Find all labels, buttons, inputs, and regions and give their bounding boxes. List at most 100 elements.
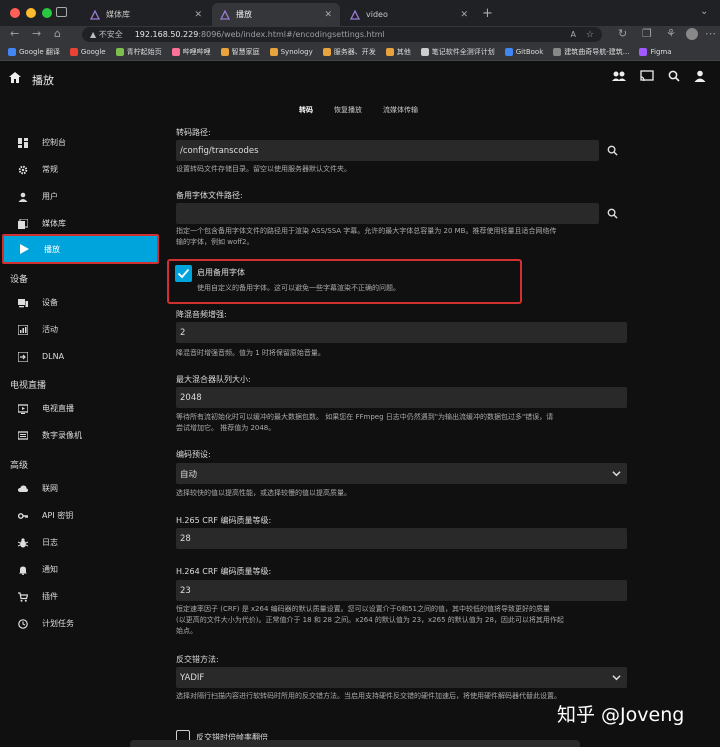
muxing-queue-help: 尝试增加它。 推荐值为 2048。 bbox=[176, 424, 276, 432]
sidebar-item-networking[interactable]: 联网 bbox=[0, 475, 162, 502]
extensions-icon[interactable]: ⚘ bbox=[666, 27, 676, 40]
sidebar-item-dashboard[interactable]: 控制台 bbox=[0, 129, 162, 156]
downmix-boost-input[interactable]: 2 bbox=[176, 322, 627, 343]
cloud-icon bbox=[18, 485, 28, 492]
chevron-down-icon bbox=[612, 675, 621, 681]
section-live-tv: 电视直播 bbox=[10, 381, 47, 391]
app-header: 播放 转码 恢复播放 流媒体传输 bbox=[0, 61, 720, 126]
sidebar-item-scheduled-tasks[interactable]: 计划任务 bbox=[0, 610, 162, 637]
bookmark-item[interactable]: 青柠起始页 bbox=[115, 47, 162, 57]
bookmark-item[interactable]: 智慧家庭 bbox=[220, 47, 260, 57]
collections-icon[interactable]: ❐ bbox=[642, 27, 652, 40]
dock bbox=[130, 740, 580, 747]
sidebar-item-logs[interactable]: 日志 bbox=[0, 529, 162, 556]
crf-help: 恒定速率因子 (CRF) 是 x264 编码器的默认质量设置。您可以设置介于0和… bbox=[176, 605, 551, 613]
close-tab-icon[interactable]: ✕ bbox=[324, 10, 332, 20]
browser-tab-video[interactable]: video ✕ bbox=[342, 3, 476, 26]
sidebar-item-activity[interactable]: 活动 bbox=[0, 316, 162, 343]
enable-fallback-font-checkbox[interactable] bbox=[175, 265, 192, 282]
bookmark-item[interactable]: 其他 bbox=[385, 47, 411, 57]
sidebar-item-api-keys[interactable]: API 密钥 bbox=[0, 502, 162, 529]
minimize-window-button[interactable] bbox=[26, 8, 36, 18]
search-icon[interactable] bbox=[668, 70, 680, 82]
browse-search-icon[interactable] bbox=[607, 145, 618, 156]
fallback-font-input[interactable] bbox=[176, 203, 599, 224]
bookmark-item[interactable]: 服务器、开发 bbox=[322, 47, 376, 57]
address-bar[interactable]: ▲ 不安全 192.168.50.229:8096/web/index.html… bbox=[82, 27, 602, 42]
crf-help: 始点。 bbox=[176, 627, 197, 635]
crf-help: (以更高的文件大小为代价)。正常值介于 18 和 28 之间。x264 的默认值… bbox=[176, 616, 564, 624]
sidebar-item-users[interactable]: 用户 bbox=[0, 183, 162, 210]
sidebar-item-general[interactable]: 常规 bbox=[0, 156, 162, 183]
bookmark-item[interactable]: 笔记软件全测评计划 bbox=[420, 47, 495, 57]
zoom-window-button[interactable] bbox=[42, 8, 52, 18]
browse-search-icon[interactable] bbox=[607, 208, 618, 219]
users-icon[interactable] bbox=[612, 70, 626, 82]
bookmark-label: 笔记软件全测评计划 bbox=[431, 47, 495, 56]
tab-streaming[interactable]: 流媒体传输 bbox=[383, 105, 418, 115]
home-nav-icon[interactable]: ⌂ bbox=[54, 27, 61, 40]
bookmark-item[interactable]: GitBook bbox=[504, 47, 543, 56]
browser-tab-media-library[interactable]: 媒体库 ✕ bbox=[82, 3, 210, 26]
close-tab-icon[interactable]: ✕ bbox=[194, 10, 202, 20]
sidebar-item-playback[interactable]: 播放 bbox=[2, 234, 159, 264]
tab-transcoding[interactable]: 转码 bbox=[299, 105, 313, 115]
cast-icon[interactable] bbox=[640, 70, 654, 82]
sidebar-item-dvr[interactable]: 数字录像机 bbox=[0, 422, 162, 449]
more-menu-icon[interactable]: ⋯ bbox=[705, 27, 716, 40]
transcode-path-input[interactable]: /config/transcodes bbox=[176, 140, 599, 161]
h265-crf-input[interactable]: 28 bbox=[176, 528, 627, 549]
close-window-button[interactable] bbox=[10, 8, 20, 18]
bookmark-item[interactable]: Synology bbox=[269, 47, 313, 56]
bookmark-icon bbox=[639, 47, 648, 56]
sidebar-toggle-icon[interactable] bbox=[56, 7, 67, 17]
page-title: 播放 bbox=[32, 74, 54, 87]
sidebar-item-plugins[interactable]: 插件 bbox=[0, 583, 162, 610]
muxing-queue-input[interactable]: 2048 bbox=[176, 387, 627, 408]
sidebar-item-notifications[interactable]: 通知 bbox=[0, 556, 162, 583]
encoder-preset-help: 选择较快的值以提高性能，或选择较慢的值以提高质量。 bbox=[176, 489, 351, 497]
encoder-preset-label: 编码预设: bbox=[176, 450, 211, 459]
new-tab-button[interactable]: + bbox=[482, 6, 493, 21]
h264-crf-input[interactable]: 23 bbox=[176, 580, 627, 601]
sidebar-item-dlna[interactable]: DLNA bbox=[0, 343, 162, 370]
sidebar-item-label: 联网 bbox=[42, 484, 58, 493]
encoder-preset-select[interactable]: 自动 bbox=[176, 463, 627, 484]
bookmark-item[interactable]: Figma bbox=[639, 47, 672, 56]
bookmark-label: Google 翻译 bbox=[19, 47, 60, 56]
cart-icon bbox=[18, 591, 28, 602]
profile-avatar[interactable] bbox=[686, 28, 698, 40]
downmix-boost-help: 降混音时增强音频。值为 1 时将保留原始音量。 bbox=[176, 349, 325, 357]
close-tab-icon[interactable]: ✕ bbox=[460, 10, 468, 20]
insecure-badge[interactable]: ▲ 不安全 bbox=[90, 29, 123, 40]
bookmark-item[interactable]: 哔哩哔哩 bbox=[171, 47, 211, 57]
sidebar-item-label: 通知 bbox=[42, 565, 58, 574]
bookmark-star-icon[interactable]: ☆ bbox=[586, 30, 594, 40]
address-toolbar: ← → ⌂ ▲ 不安全 192.168.50.229:8096/web/inde… bbox=[0, 26, 720, 43]
tab-search-icon[interactable]: ⌄ bbox=[700, 6, 708, 17]
sidebar-item-devices[interactable]: 设备 bbox=[0, 289, 162, 316]
bookmark-label: 其他 bbox=[396, 47, 411, 56]
sidebar-item-live-tv[interactable]: 电视直播 bbox=[0, 395, 162, 422]
jellyfin-icon bbox=[220, 9, 230, 20]
account-icon[interactable] bbox=[694, 70, 706, 82]
deinterlace-select[interactable]: YADIF bbox=[176, 667, 627, 688]
key-icon bbox=[18, 512, 28, 519]
forward-icon[interactable]: → bbox=[32, 27, 41, 40]
bookmark-icon bbox=[553, 47, 562, 56]
back-icon[interactable]: ← bbox=[10, 27, 19, 40]
bookmark-item[interactable]: Google bbox=[69, 47, 106, 56]
gear-icon bbox=[18, 165, 28, 174]
home-icon[interactable] bbox=[9, 72, 21, 83]
tab-resume[interactable]: 恢复播放 bbox=[334, 105, 362, 115]
user-icon bbox=[18, 192, 28, 202]
refresh-icon[interactable]: ↻ bbox=[618, 27, 627, 40]
read-aloud-icon[interactable]: A bbox=[571, 30, 576, 39]
bookmark-item[interactable]: 建筑曲奇导航-建筑... bbox=[553, 47, 629, 57]
browser-tab-playback[interactable]: 播放 ✕ bbox=[212, 3, 340, 26]
sidebar-item-libraries[interactable]: 媒体库 bbox=[0, 210, 162, 237]
bookmark-item[interactable]: Google 翻译 bbox=[8, 47, 60, 57]
sidebar-item-label: 控制台 bbox=[42, 138, 66, 147]
fallback-font-label: 备用字体文件路径: bbox=[176, 191, 243, 200]
bookmark-icon bbox=[269, 47, 278, 56]
